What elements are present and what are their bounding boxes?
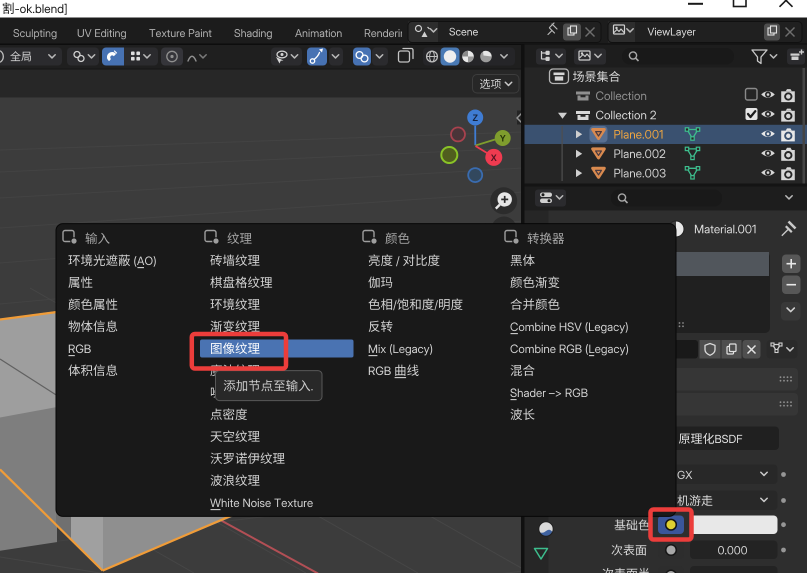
svg-text:Y: Y (500, 134, 506, 144)
svg-text:X: X (491, 153, 497, 163)
svg-text:Z: Z (472, 113, 478, 123)
